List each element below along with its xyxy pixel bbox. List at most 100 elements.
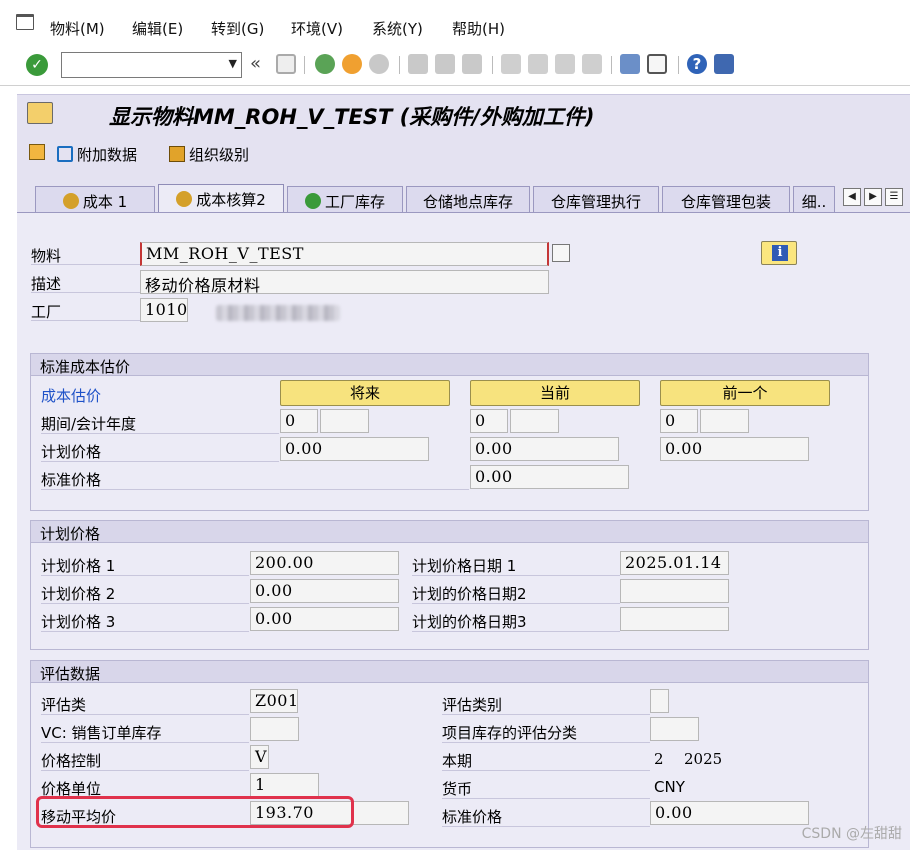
planned-price-label: 计划价格: [41, 443, 102, 461]
new-session-icon[interactable]: [620, 54, 640, 74]
valuation-standard-price-label: 标准价格: [442, 808, 503, 826]
previous-year-field: [700, 409, 749, 433]
last-page-icon[interactable]: [582, 54, 602, 74]
planned-price-3-field: 0.00: [250, 607, 399, 631]
tab-warehouse-mgmt-exec[interactable]: 仓库管理执行: [533, 186, 659, 212]
tab-cost-1[interactable]: 成本 1: [35, 186, 155, 212]
label-underline: [31, 264, 141, 265]
tab-label: 仓库管理包装: [680, 193, 771, 211]
customize-layout-icon[interactable]: [714, 54, 734, 74]
tab-content: 物料 MM_ROH_V_TEST i 描述 移动价格原材料 工厂 1010 标准…: [17, 212, 910, 850]
display-material-icon[interactable]: [27, 102, 53, 124]
valuation-category-field: [650, 689, 669, 713]
planned-price-date-2-field: [620, 579, 729, 603]
current-period-label: 本期: [442, 752, 473, 770]
menu-help[interactable]: 帮助(H): [452, 18, 505, 39]
group-header: 计划价格: [31, 521, 868, 543]
previous-button[interactable]: 前一个: [660, 380, 830, 406]
planned-price-date-1-field: 2025.01.14: [620, 551, 729, 575]
tab-more[interactable]: 细..: [793, 186, 835, 212]
tab-list-icon[interactable]: ☰: [885, 188, 903, 206]
views-icon: [29, 144, 45, 160]
plant-label: 工厂: [31, 303, 62, 321]
vc-sales-order-stock-label: VC: 销售订单库存: [41, 724, 162, 742]
future-year-field: [320, 409, 369, 433]
save-icon[interactable]: [276, 54, 296, 74]
description-field: 移动价格原材料: [140, 270, 549, 294]
label-underline: [442, 742, 650, 743]
planned-price-3-label: 计划价格 3: [41, 613, 116, 631]
material-field[interactable]: MM_ROH_V_TEST: [140, 242, 549, 266]
tab-strip: 成本 1 成本核算2 工厂库存 仓储地点库存 仓库管理执行 仓库管理包装 细..…: [17, 176, 910, 214]
additional-data-button[interactable]: 附加数据: [57, 144, 137, 165]
tab-status-icon: [176, 191, 193, 207]
find-icon[interactable]: [435, 54, 455, 74]
previous-page-icon[interactable]: [528, 54, 548, 74]
group-title: 评估数据: [40, 665, 101, 683]
page-title: 显示物料MM_ROH_V_TEST (采购件/外购加工件): [109, 105, 595, 129]
tab-status-icon: [62, 193, 79, 209]
current-button[interactable]: 当前: [470, 380, 640, 406]
toolbar-separator: [611, 56, 612, 74]
future-period-field: 0: [280, 409, 318, 433]
help-icon[interactable]: ?: [687, 54, 707, 74]
previous-planned-price-field: 0.00: [660, 437, 809, 461]
additional-data-label: 附加数据: [77, 146, 138, 164]
back-icon[interactable]: [315, 54, 335, 74]
tab-scroll-left-icon[interactable]: ◀: [843, 188, 861, 206]
valuation-data-group: 评估数据 评估类 Z001 评估类别 VC: 销售订单库存 项目库存的评估分类 …: [30, 660, 869, 848]
back-arrows-icon[interactable]: «: [250, 53, 261, 74]
valuation-standard-price-field: 0.00: [650, 801, 809, 825]
tab-label: 细..: [801, 193, 827, 211]
exit-icon[interactable]: [342, 54, 362, 74]
project-stock-valuation-class-field: [650, 717, 699, 741]
print-icon[interactable]: [408, 54, 428, 74]
toolbar-separator: [304, 56, 305, 74]
menu-edit[interactable]: 编辑(E): [132, 18, 183, 39]
planned-price-date-2-label: 计划的价格日期2: [412, 585, 527, 603]
price-control-label: 价格控制: [41, 752, 102, 770]
tab-warehouse-mgmt-pack[interactable]: 仓库管理包装: [662, 186, 790, 212]
project-stock-valuation-class-label: 项目库存的评估分类: [442, 724, 578, 742]
future-button[interactable]: 将来: [280, 380, 450, 406]
menu-window-icon[interactable]: [16, 14, 34, 30]
org-levels-button[interactable]: 组织级别: [169, 144, 249, 165]
price-control-field: V: [250, 745, 269, 769]
menu-environment[interactable]: 环境(V): [291, 18, 343, 39]
menu-goto[interactable]: 转到(G): [211, 18, 264, 39]
info-button[interactable]: i: [761, 241, 797, 265]
tab-costing-2[interactable]: 成本核算2: [158, 184, 284, 214]
tab-scroll-right-icon[interactable]: ▶: [864, 188, 882, 206]
tab-plant-stock[interactable]: 工厂库存: [287, 186, 403, 212]
command-field[interactable]: ▼: [61, 52, 242, 78]
group-title: 计划价格: [40, 525, 101, 543]
current-period-field: 0: [470, 409, 508, 433]
previous-period-field: 0: [660, 409, 698, 433]
copy-icon[interactable]: [552, 244, 570, 262]
label-underline: [31, 320, 141, 321]
title-bar: 显示物料MM_ROH_V_TEST (采购件/外购加工件): [17, 94, 910, 132]
group-header: 标准成本估价: [31, 354, 868, 376]
first-page-icon[interactable]: [501, 54, 521, 74]
planned-price-date-1-label: 计划价格日期 1: [412, 557, 517, 575]
enter-check-icon[interactable]: ✓: [26, 54, 48, 76]
label-underline: [41, 603, 249, 604]
menu-system[interactable]: 系统(Y): [372, 18, 423, 39]
find-next-icon[interactable]: [462, 54, 482, 74]
planned-price-2-field: 0.00: [250, 579, 399, 603]
command-dropdown-icon[interactable]: ▼: [229, 57, 237, 70]
next-page-icon[interactable]: [555, 54, 575, 74]
currency-value: CNY: [654, 778, 685, 796]
std-cost-estimate-group: 标准成本估价 成本估价 将来 当前 前一个 期间/会计年度 0 0 0 计划价格…: [30, 353, 869, 511]
cancel-icon[interactable]: [369, 54, 389, 74]
tab-storage-location-stock[interactable]: 仓储地点库存: [406, 186, 530, 212]
menu-material[interactable]: 物料(M): [50, 18, 105, 39]
future-planned-price-field: 0.00: [280, 437, 429, 461]
additional-views-button[interactable]: [29, 144, 49, 162]
hierarchy-icon: [169, 146, 185, 162]
shortcut-icon[interactable]: [647, 54, 667, 74]
label-underline: [442, 798, 650, 799]
cost-estimate-label: 成本估价: [41, 387, 102, 405]
arrow-right-icon: [57, 146, 73, 162]
price-unit-field: 1: [250, 773, 319, 797]
